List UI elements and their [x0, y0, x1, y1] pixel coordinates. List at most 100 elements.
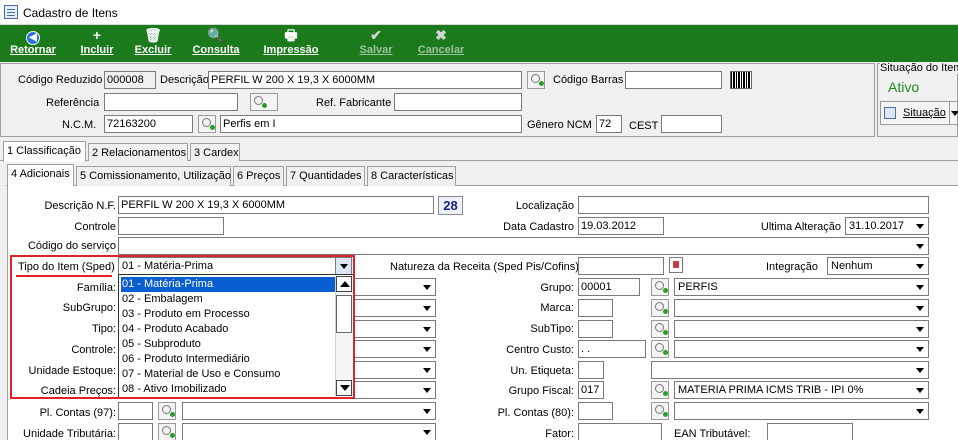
cancelar-button[interactable]: ✖ Cancelar [415, 27, 467, 60]
chevron-down-icon [419, 424, 435, 440]
printer-icon: 🖶 [284, 27, 298, 43]
plus-icon: + [92, 27, 102, 43]
grupo-code-input[interactable]: 00001 [578, 278, 640, 296]
controle-input[interactable] [118, 217, 224, 235]
subtipo-lookup-icon[interactable] [651, 320, 669, 338]
chevron-down-icon [912, 300, 928, 316]
chevron-down-icon [949, 102, 958, 124]
marca-code-input[interactable] [578, 299, 613, 317]
marca-lookup-icon[interactable] [651, 299, 669, 317]
fator-input[interactable] [578, 423, 662, 440]
chevron-down-icon [419, 341, 435, 357]
descricao-label: Descrição [160, 74, 209, 86]
situacao-button[interactable]: Situação [880, 101, 958, 125]
chevron-down-icon [419, 300, 435, 316]
codigo-barras-input[interactable] [625, 71, 722, 89]
codigo-reduzido-field: 000008 [104, 71, 156, 89]
tab-classificacao[interactable]: 1 Classificação [3, 141, 86, 162]
tab-precos[interactable]: 6 Preços [233, 166, 284, 186]
chevron-down-icon [912, 382, 928, 398]
incluir-button[interactable]: + Incluir [76, 27, 118, 60]
natureza-picker-icon[interactable] [669, 257, 683, 273]
grupo-fiscal-code-input[interactable]: 017 [578, 381, 604, 399]
centro-custo-label: Centro Custo: [506, 344, 574, 356]
referencia-lookup-icon[interactable] [250, 93, 278, 111]
char-count-badge: 28 [438, 196, 463, 215]
grupo-fiscal-lookup-icon[interactable] [651, 381, 669, 399]
tab-quantidades[interactable]: 7 Quantidades [286, 166, 365, 186]
situacao-title: Situação do Item [880, 62, 958, 74]
ref-fabricante-input[interactable] [394, 93, 522, 111]
descricao-input[interactable]: PERFIL W 200 X 19,3 X 6000MM [208, 71, 522, 89]
descricao-lookup-icon[interactable] [527, 71, 545, 89]
ultima-alteracao-select[interactable]: 31.10.2017 [845, 217, 929, 235]
retornar-button[interactable]: ◀ Retornar [6, 27, 60, 60]
pl-contas97-select[interactable] [182, 402, 436, 420]
marca-select[interactable] [674, 299, 929, 317]
ncm-description-field: Perfis em I [220, 115, 522, 133]
magnifier-icon: 🔍 [207, 27, 225, 43]
integracao-select[interactable]: Nenhum [827, 257, 929, 275]
x-icon: ✖ [435, 27, 447, 43]
centro-custo-input[interactable]: . . [578, 340, 646, 358]
centro-custo-lookup-icon[interactable] [651, 340, 669, 358]
genero-ncm-input[interactable]: 72 [596, 115, 622, 133]
descricao-nf-input[interactable]: PERFIL W 200 X 19,3 X 6000MM [118, 196, 434, 214]
localizacao-input[interactable] [578, 196, 929, 214]
controle-label: Controle [74, 221, 116, 233]
unidade-tributaria-code-input[interactable] [118, 423, 153, 440]
barcode-icon[interactable] [730, 71, 752, 89]
referencia-input[interactable] [104, 93, 238, 111]
tab-caracteristicas[interactable]: 8 Características [367, 166, 456, 186]
unidade-tributaria-lookup-icon[interactable] [158, 423, 176, 440]
chevron-down-icon [419, 382, 435, 398]
pl-contas80-select[interactable] [674, 402, 929, 420]
grupo-lookup-icon[interactable] [651, 278, 669, 296]
centro-custo-select[interactable] [674, 340, 929, 358]
fator-label: Fator: [545, 428, 574, 440]
integracao-label: Integração [766, 261, 818, 273]
un-etiqueta-select[interactable] [651, 361, 929, 379]
chevron-down-icon [912, 238, 928, 254]
salvar-button[interactable]: ✔ Salvar [356, 27, 396, 60]
grupo-label: Grupo: [540, 282, 574, 294]
ncm-lookup-icon[interactable] [198, 115, 216, 133]
chevron-down-icon [912, 279, 928, 295]
ean-input[interactable] [767, 423, 853, 440]
cest-input[interactable] [661, 115, 722, 133]
marca-label: Marca: [540, 302, 574, 314]
highlight-box [10, 255, 355, 399]
chevron-down-icon [419, 279, 435, 295]
grupo-select[interactable]: PERFIS [674, 278, 929, 296]
pl-contas97-lookup-icon[interactable] [158, 402, 176, 420]
toolbar: ◀ Retornar + Incluir 🗑 Excluir 🔍 Consult… [0, 25, 958, 62]
impressao-button[interactable]: 🖶 Impressão [259, 27, 323, 60]
natureza-input[interactable] [578, 257, 664, 275]
tab-adicionais[interactable]: 4 Adicionais [7, 164, 74, 187]
pl-contas97-code-input[interactable] [118, 402, 153, 420]
codigo-barras-label: Código Barras [553, 74, 624, 86]
subtipo-select[interactable] [674, 320, 929, 338]
descricao-nf-label: Descrição N.F. [44, 200, 116, 212]
tab-relacionamentos[interactable]: 2 Relacionamentos [88, 143, 188, 161]
data-cadastro-field[interactable]: 19.03.2012 [578, 217, 664, 235]
data-cadastro-label: Data Cadastro [503, 221, 574, 233]
back-arrow-icon: ◀ [6, 27, 60, 45]
subtipo-code-input[interactable] [578, 320, 613, 338]
excluir-button[interactable]: 🗑 Excluir [132, 27, 174, 60]
codigo-reduzido-label: Código Reduzido [18, 74, 103, 86]
un-etiqueta-code-input[interactable] [578, 361, 604, 379]
codigo-servico-select[interactable] [118, 237, 929, 255]
consulta-button[interactable]: 🔍 Consulta [190, 27, 242, 60]
grupo-fiscal-select[interactable]: MATERIA PRIMA ICMS TRIB - IPI 0% [674, 381, 929, 399]
pl-contas80-code-input[interactable] [578, 402, 613, 420]
tab-cardex[interactable]: 3 Cardex [190, 143, 240, 161]
localizacao-label: Localização [515, 200, 574, 212]
window-title: Cadastro de Itens [23, 6, 118, 20]
pl-contas80-lookup-icon[interactable] [651, 402, 669, 420]
tab-comissionamento[interactable]: 5 Comissionamento, Utilização [76, 166, 231, 186]
unidade-tributaria-select[interactable] [182, 423, 436, 440]
ncm-input[interactable]: 72163200 [104, 115, 193, 133]
chevron-down-icon [912, 362, 928, 378]
situacao-button-label: Situação [903, 107, 946, 119]
